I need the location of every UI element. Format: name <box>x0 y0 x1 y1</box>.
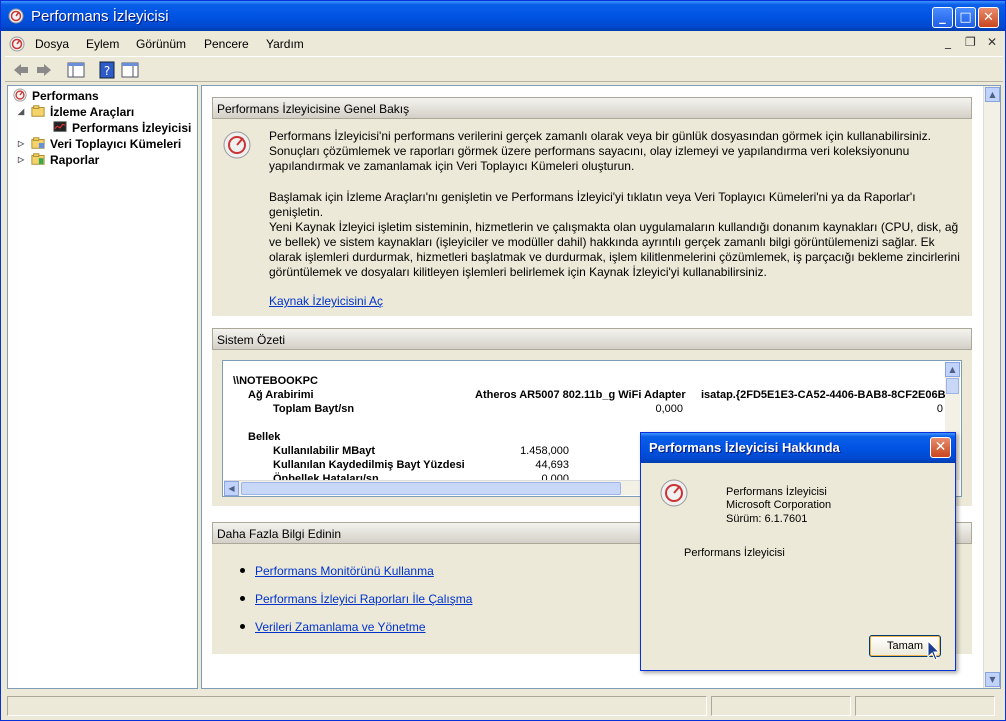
back-arrow-icon[interactable] <box>11 60 31 80</box>
show-action-pane-icon[interactable] <box>120 60 140 80</box>
menu-eylem[interactable]: Eylem <box>86 37 119 51</box>
about-dialog: Performans İzleyicisi Hakkında ✕ Perform… <box>640 432 956 671</box>
expand-icon[interactable]: ▷ <box>18 136 30 152</box>
net-counter-value-1: 0,000 <box>655 403 683 415</box>
title-bar[interactable]: Performans İzleyicisi _ □ ✕ <box>1 1 1005 31</box>
tree-label: Veri Toplayıcı Kümeleri <box>50 137 182 151</box>
overview-header: Performans İzleyicisine Genel Bakış <box>212 97 972 119</box>
expand-icon[interactable]: ▷ <box>18 152 30 168</box>
dialog-description: Performans İzleyicisi <box>684 547 785 559</box>
memory-group: Bellek <box>248 431 281 443</box>
mdi-restore-button[interactable]: ❐ <box>965 35 976 49</box>
learn-more-item: Verileri Zamanlama ve Yönetme <box>240 620 426 634</box>
overview-section: Performans İzleyicisine Genel Bakış Perf… <box>212 97 972 316</box>
performance-monitor-icon <box>660 479 688 507</box>
help-link-scheduling[interactable]: Verileri Zamanlama ve Yönetme <box>255 620 426 634</box>
menu-pencere[interactable]: Pencere <box>204 37 249 51</box>
tree-label: Performans İzleyicisi <box>72 121 192 135</box>
overview-paragraph-3: Yeni Kaynak İzleyici işletim sisteminin,… <box>269 220 960 279</box>
menu-yardim[interactable]: Yardım <box>266 37 304 51</box>
network-interface-group: Ağ Arabirimi <box>248 389 314 401</box>
status-bar <box>5 693 1003 719</box>
dialog-title: Performans İzleyicisi Hakkında <box>649 440 840 455</box>
memory-row-value: 1.458,000 <box>520 445 569 457</box>
scroll-left-icon[interactable]: ◀ <box>224 481 239 496</box>
memory-row-label: Kullanılan Kaydedilmiş Bayt Yüzdesi <box>273 459 465 471</box>
tree-label: İzleme Araçları <box>50 105 135 119</box>
maximize-button[interactable]: □ <box>955 7 976 28</box>
tree-item-performans-izleyicisi[interactable]: Performans İzleyicisi <box>52 120 191 136</box>
show-hide-console-tree-icon[interactable] <box>66 60 86 80</box>
console-icon[interactable] <box>9 36 25 52</box>
mouse-cursor-icon <box>927 640 941 661</box>
menu-bar: Dosya Eylem Görünüm Pencere Yardım _ ❐ ✕ <box>5 33 1003 55</box>
status-pane <box>711 696 851 716</box>
vertical-scrollbar[interactable]: ▲ ▼ <box>983 86 1000 688</box>
tree-label: Raporlar <box>50 153 100 167</box>
machine-name: \\NOTEBOOKPC <box>233 375 318 387</box>
status-pane <box>7 696 707 716</box>
net-counter-label: Toplam Bayt/sn <box>273 403 355 415</box>
performance-monitor-icon <box>13 88 27 102</box>
folder-tools-icon <box>31 105 45 117</box>
help-icon[interactable]: ? <box>97 60 117 80</box>
menu-dosya[interactable]: Dosya <box>35 37 69 51</box>
learn-more-item: Performans İzleyici Raporları İle Çalışm… <box>240 592 472 606</box>
chart-monitor-icon <box>53 121 67 132</box>
status-pane <box>855 696 995 716</box>
performance-monitor-icon <box>8 8 24 24</box>
toolbar: ? <box>5 56 1003 82</box>
tree-item-izleme-araclari[interactable]: ◢ İzleme Araçları <box>18 104 134 120</box>
scroll-thumb[interactable] <box>946 378 959 394</box>
dialog-title-bar[interactable]: Performans İzleyicisi Hakkında ✕ <box>641 433 955 463</box>
network-adapter-2: isatap.{2FD5E1E3-CA52-4406-BAB8-8CF2E06B… <box>701 389 959 401</box>
system-summary-header: Sistem Özeti <box>212 328 972 350</box>
mdi-minimize-button[interactable]: _ <box>945 35 951 49</box>
menu-gorunum[interactable]: Görünüm <box>136 37 186 51</box>
help-link-reports[interactable]: Performans İzleyici Raporları İle Çalışm… <box>255 592 472 606</box>
dialog-company: Microsoft Corporation <box>726 499 832 511</box>
open-resource-monitor-link[interactable]: Kaynak İzleyicisini Aç <box>269 294 383 308</box>
network-adapter-1: Atheros AR5007 802.11b_g WiFi Adapter <box>475 389 686 401</box>
tree-item-veri-toplayici[interactable]: ▷ Veri Toplayıcı Kümeleri <box>18 136 181 152</box>
tree-label: Performans <box>32 89 99 103</box>
folder-reports-icon <box>31 153 45 165</box>
overview-paragraph-2: Başlamak için İzleme Araçları'nı genişle… <box>269 190 916 219</box>
learn-more-item: Performans Monitörünü Kullanma <box>240 564 434 578</box>
overview-paragraph-1: Performans İzleyicisi'ni performans veri… <box>269 129 931 173</box>
scroll-thumb[interactable] <box>241 482 621 495</box>
performance-monitor-icon <box>223 131 251 159</box>
folder-collector-icon <box>31 137 45 149</box>
net-counter-value-2: 0 <box>936 403 943 415</box>
help-link-using-monitor[interactable]: Performans Monitörünü Kullanma <box>255 564 434 578</box>
scroll-down-icon[interactable]: ▼ <box>985 672 1000 687</box>
forward-arrow-icon[interactable] <box>34 60 54 80</box>
scroll-up-icon[interactable]: ▲ <box>945 362 960 377</box>
collapse-icon[interactable]: ◢ <box>18 104 30 120</box>
svg-text:?: ? <box>104 64 110 78</box>
dialog-product-name: Performans İzleyicisi <box>726 486 827 498</box>
dialog-version: Sürüm: 6.1.7601 <box>726 513 808 525</box>
close-button[interactable]: ✕ <box>978 7 999 28</box>
dialog-close-button[interactable]: ✕ <box>930 437 951 458</box>
tree-item-performans[interactable]: Performans <box>12 88 99 104</box>
console-tree: Performans ◢ İzleme Araçları Performans İ… <box>7 85 198 689</box>
memory-row-value: 44,693 <box>535 459 569 471</box>
mdi-close-button[interactable]: ✕ <box>987 35 997 49</box>
tree-item-raporlar[interactable]: ▷ Raporlar <box>18 152 99 168</box>
scroll-up-icon[interactable]: ▲ <box>985 87 1000 102</box>
minimize-button[interactable]: _ <box>932 7 953 28</box>
memory-row-label: Kullanılabilir MBayt <box>273 445 376 457</box>
window-title: Performans İzleyicisi <box>31 8 169 25</box>
